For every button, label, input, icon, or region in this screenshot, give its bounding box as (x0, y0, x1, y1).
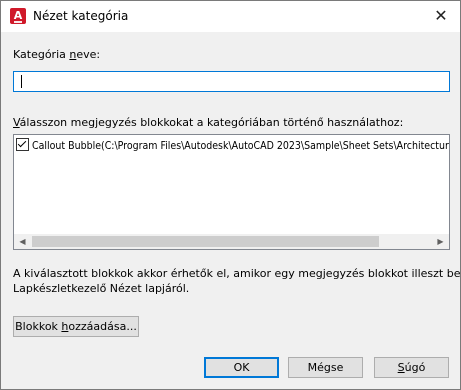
scroll-right-icon[interactable]: ▶ (432, 234, 449, 249)
checkbox[interactable] (16, 138, 29, 151)
title-bar: A Nézet kategória ✕ (1, 1, 460, 32)
cancel-button[interactable]: Mégse (288, 357, 363, 378)
close-icon[interactable]: ✕ (430, 5, 452, 27)
autocad-app-icon: A (10, 8, 26, 24)
info-text-line2: Lapkészletkezelő Nézet lapjáról. (13, 282, 190, 295)
window-title: Nézet kategória (33, 9, 129, 23)
scroll-thumb[interactable] (32, 236, 379, 247)
horizontal-scrollbar[interactable]: ◀ ▶ (14, 234, 449, 249)
category-name-input[interactable] (13, 71, 450, 92)
scroll-left-icon[interactable]: ◀ (14, 234, 31, 249)
text-caret (21, 75, 22, 88)
info-text-line1: A kiválasztott blokkok akkor érhetők el,… (13, 267, 461, 280)
blocks-label: Válasszon megjegyzés blokkokat a kategór… (13, 116, 404, 129)
category-name-label: Kategória neve: (13, 48, 101, 61)
help-button[interactable]: Súgó (374, 357, 449, 378)
list-item[interactable]: Callout Bubble(C:\Program Files\Autodesk… (16, 138, 449, 154)
add-blocks-button[interactable]: Blokkok hozzáadása... (13, 316, 139, 337)
ok-button[interactable]: OK (204, 357, 279, 378)
view-category-dialog: A Nézet kategória ✕ Kategória neve: Vála… (0, 0, 461, 390)
blocks-listbox[interactable]: Callout Bubble(C:\Program Files\Autodesk… (13, 134, 450, 250)
